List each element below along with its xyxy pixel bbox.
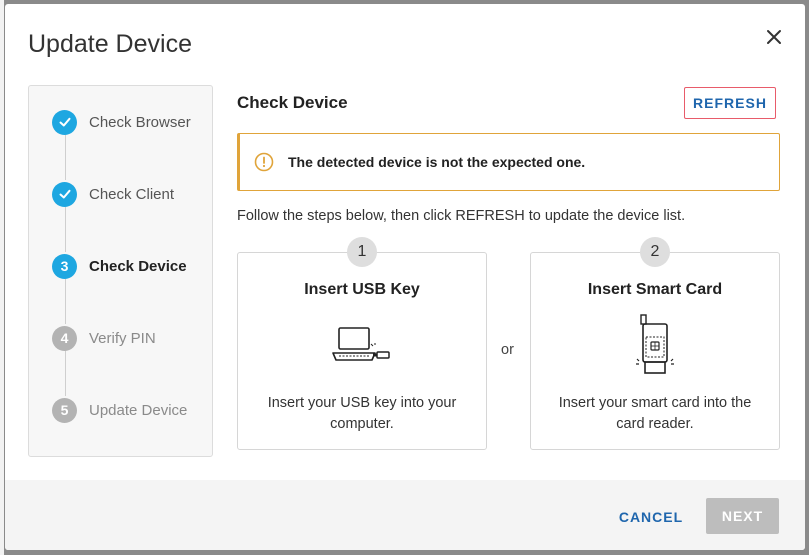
smart-card-card: 2 Insert Smart Card Insert your smart ca… [530,237,780,450]
alert-message: The detected device is not the expected … [288,154,586,170]
checkmark-icon [59,189,70,199]
step-label: Check Browser [89,113,191,131]
step-number: 3 [52,253,77,279]
step-check-browser: Check Browser [52,109,191,135]
step-number: 4 [52,325,77,351]
close-icon [767,30,781,44]
section-heading: Check Device [237,93,348,112]
step-status-circle [52,109,77,135]
step-label: Check Client [89,185,175,203]
close-button[interactable] [763,26,785,48]
step-status-circle [52,181,77,207]
cancel-button[interactable]: CANCEL [613,506,689,528]
smart-card-reader-icon [636,314,674,374]
step-update-device: 5 Update Device [52,397,187,423]
card-number-badge: 2 [640,237,670,267]
warning-circle-icon [254,152,274,172]
refresh-button[interactable]: REFRESH [684,87,776,119]
step-connector [65,278,66,324]
dialog-footer: CANCEL NEXT [5,480,805,550]
card-title: Insert Smart Card [587,281,723,298]
step-label: Verify PIN [89,329,156,347]
card-description: Insert your USB key into your computer. [267,395,457,432]
instructions-text: Follow the steps below, then click REFRE… [237,208,686,224]
update-device-dialog: Update Device Check Browser Check Client… [5,4,805,550]
usb-key-card: 1 Insert USB Key Insert your USB key int… [237,237,487,450]
step-number: 5 [52,397,77,423]
next-button[interactable]: NEXT [706,498,779,534]
step-label: Check Device [89,257,187,275]
warning-alert: The detected device is not the expected … [237,133,780,191]
step-connector [65,350,66,396]
dialog-title: Update Device [28,30,192,58]
card-title: Insert USB Key [304,281,420,298]
step-check-client: Check Client [52,181,174,207]
step-check-device: 3 Check Device [52,253,187,279]
backdrop [0,0,4,555]
step-label: Update Device [89,401,188,419]
checkmark-icon [59,117,70,127]
step-connector [65,134,66,180]
stepper: Check Browser Check Client 3 Check Devic… [28,85,213,457]
card-description: Insert your smart card into the card rea… [558,395,752,432]
or-separator: or [501,342,514,358]
laptop-usb-icon [332,327,390,361]
card-number-badge: 1 [347,237,377,267]
step-verify-pin: 4 Verify PIN [52,325,156,351]
step-connector [65,206,66,252]
